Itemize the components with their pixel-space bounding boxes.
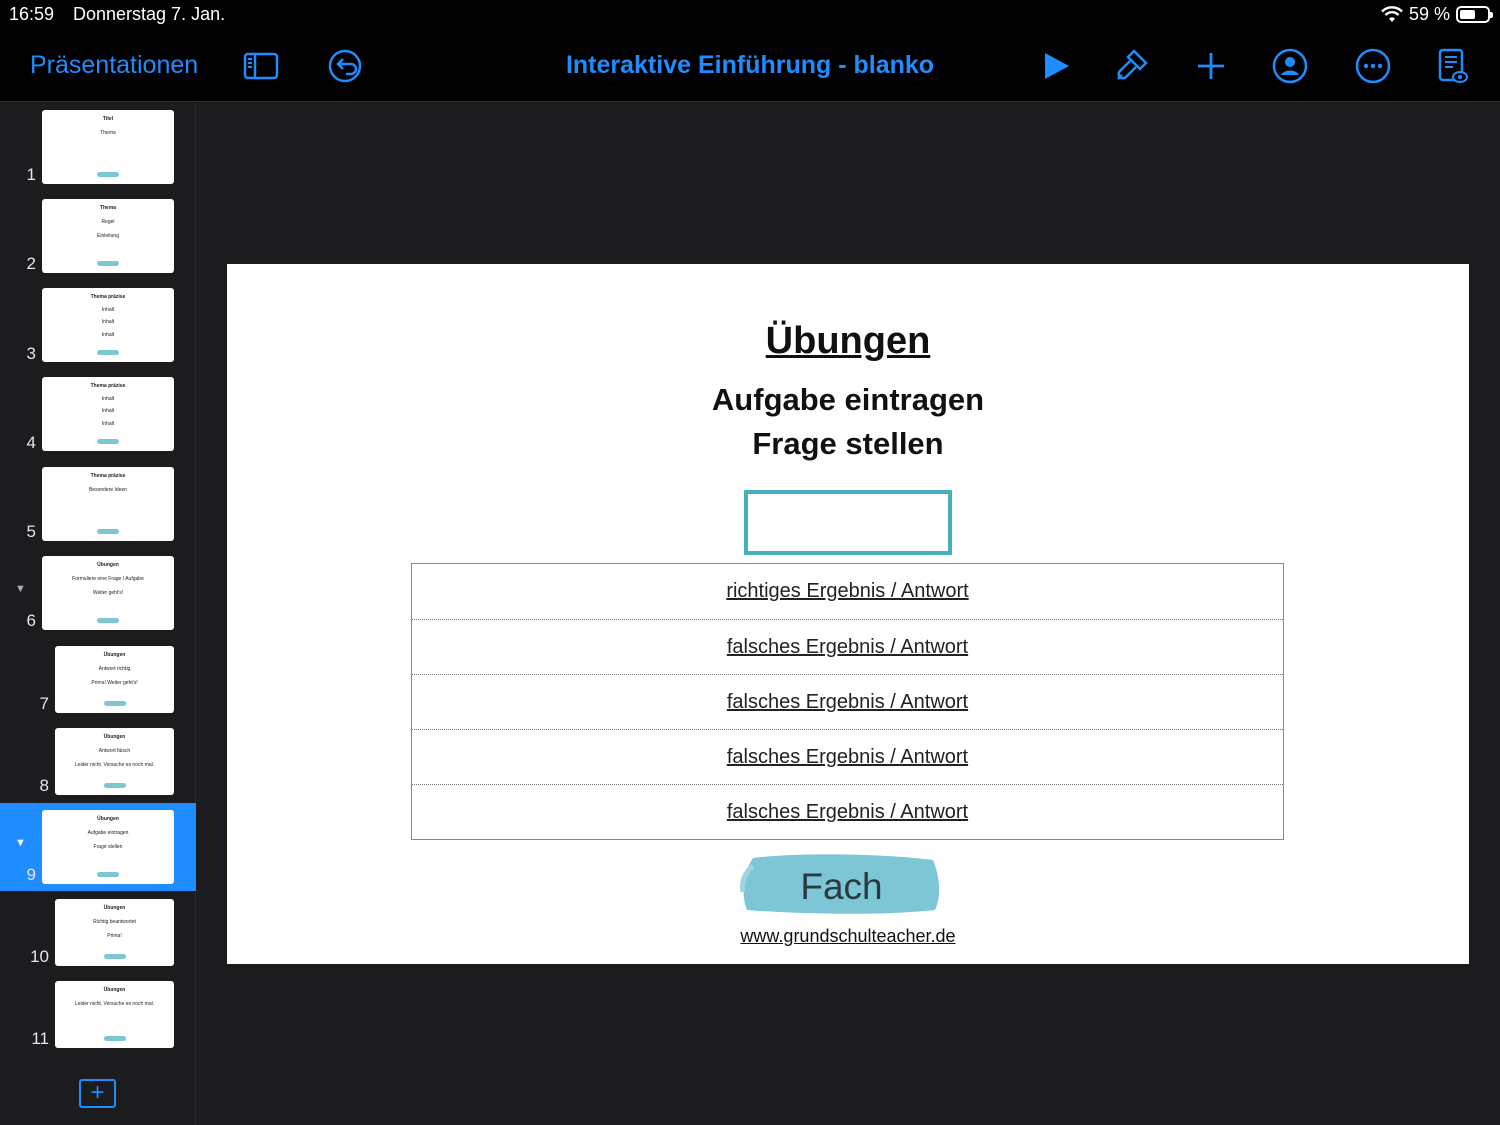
slide-thumbnail-10[interactable]: Übungen Richtig beantwortet Prima! xyxy=(55,899,174,966)
thumbnail-text: Titel xyxy=(102,116,114,122)
status-right: 59 % xyxy=(1381,4,1493,25)
thumbnail-text: Übungen xyxy=(97,816,119,822)
thumbnail-subject-pill xyxy=(97,618,119,623)
sidebar-icon[interactable] xyxy=(241,46,281,86)
slide-title[interactable]: Übungen xyxy=(227,320,1469,363)
slide-number: 3 xyxy=(26,344,36,363)
thumbnail-text: Leider nicht. Versuche es noch mal. xyxy=(74,762,155,768)
thumbnail-text: Regel xyxy=(101,219,115,225)
thumbnail-text: Einleitung xyxy=(97,233,119,239)
thumbnail-text: Inhalt xyxy=(101,408,115,414)
thumbnail-subject-pill xyxy=(97,172,119,177)
status-time: 16:59 xyxy=(9,4,55,24)
slide-number: 1 xyxy=(26,165,36,184)
thumbnail-text: Antwort falsch xyxy=(98,748,131,754)
slide-thumbnail-7[interactable]: Übungen Antwort richtig Prima! Weiter geht… xyxy=(55,646,174,713)
thumbnail-subject-pill xyxy=(97,872,119,877)
question-input-box[interactable] xyxy=(744,490,952,555)
thumbnail-text: Leider nicht. Versuche es noch mal. xyxy=(74,1001,155,1007)
thumbnail-text: Thema xyxy=(100,130,116,136)
thumbnail-subject-pill xyxy=(103,783,126,788)
play-icon[interactable] xyxy=(1036,46,1076,86)
wifi-icon xyxy=(1381,5,1403,22)
slide-thumbnail-2[interactable]: Thema Regel Einleitung xyxy=(42,199,174,273)
answer-cell-wrong[interactable]: falsches Ergebnis / Antwort xyxy=(412,784,1283,839)
thumbnail-text: Prima! Weiter geht's! xyxy=(91,680,138,686)
thumbnail-subject-pill xyxy=(103,1036,126,1041)
slide-canvas[interactable]: Übungen Aufgabe eintragen Frage stellen … xyxy=(227,264,1469,964)
status-date: Donnerstag 7. Jan. xyxy=(73,4,226,24)
thumbnail-text: Übungen xyxy=(103,987,126,993)
thumbnail-text: Übungen xyxy=(103,734,126,740)
thumbnail-subject-pill xyxy=(103,701,126,706)
answer-cell-wrong[interactable]: falsches Ergebnis / Antwort xyxy=(412,619,1283,674)
slide-number: 7 xyxy=(39,694,49,713)
toolbar: Präsentationen Interaktive Einführung - … xyxy=(0,30,1500,102)
slide-thumbnail-11[interactable]: Übungen Leider nicht. Versuche es noch ma… xyxy=(55,981,174,1048)
thumbnail-text: Thema präzise xyxy=(90,383,126,389)
thumbnail-text: Prima! xyxy=(107,933,122,939)
thumbnail-subject-pill xyxy=(97,350,119,355)
format-brush-icon[interactable] xyxy=(1111,46,1151,86)
thumbnail-text: Frage stellen xyxy=(93,844,123,850)
slide-number: 10 xyxy=(30,947,49,966)
slide-thumbnail-6[interactable]: Übungen Formuliere eine Frage / Aufgabe We… xyxy=(42,556,174,630)
thumbnail-text: Besondere Ideen xyxy=(88,487,128,493)
slide-number: 8 xyxy=(39,776,49,795)
thumbnail-text: Inhalt xyxy=(101,420,115,427)
battery-percent: 59 % xyxy=(1408,4,1450,24)
collaborate-icon[interactable] xyxy=(1270,46,1310,86)
answer-cell-wrong[interactable]: falsches Ergebnis / Antwort xyxy=(412,729,1283,784)
battery-icon xyxy=(1456,6,1493,23)
slide-thumbnail-3[interactable]: Thema präzise Inhalt Inhalt Inhalt xyxy=(42,288,174,362)
thumbnail-text: Inhalt xyxy=(101,395,115,402)
thumbnail-text: Inhalt xyxy=(101,306,115,313)
answer-cell-correct[interactable]: richtiges Ergebnis / Antwort xyxy=(412,564,1283,619)
presenter-notes-icon[interactable] xyxy=(1432,46,1472,86)
status-bar: 16:59 Donnerstag 7. Jan. 59 % xyxy=(0,0,1500,30)
subject-label[interactable]: Fach xyxy=(739,866,944,908)
thumbnail-subject-pill xyxy=(97,261,119,266)
slide-thumbnail-5[interactable]: Thema präzise Besondere Ideen xyxy=(42,467,174,541)
slide-thumbnail-1[interactable]: Titel Thema xyxy=(42,110,174,184)
answer-cell-wrong[interactable]: falsches Ergebnis / Antwort xyxy=(412,674,1283,729)
slide-number: 2 xyxy=(26,254,36,273)
website-link[interactable]: www.grundschulteacher.de xyxy=(227,926,1469,947)
presentations-back-button[interactable]: Präsentationen xyxy=(30,51,198,80)
slide-subtitle-task[interactable]: Aufgabe eintragen xyxy=(227,382,1469,418)
more-icon[interactable] xyxy=(1353,46,1393,86)
answer-table: richtiges Ergebnis / Antwort falsches Er… xyxy=(411,563,1284,840)
slide-number: 11 xyxy=(31,1029,49,1048)
add-icon[interactable] xyxy=(1191,46,1231,86)
thumbnail-text: Antwort richtig xyxy=(98,666,131,672)
slide-navigator: + 1 Titel Thema 2 Thema Regel Einleitung 3 Thema… xyxy=(0,103,196,1125)
slide-thumbnail-9[interactable]: Übungen Aufgabe eintragen Frage stellen xyxy=(42,810,174,884)
thumbnail-text: Thema präzise xyxy=(90,294,126,300)
thumbnail-text: Übungen xyxy=(103,905,126,911)
thumbnail-text: Thema präzise xyxy=(90,473,126,479)
slide-number: 9 xyxy=(26,865,36,884)
slide-subtitle-question[interactable]: Frage stellen xyxy=(227,426,1469,462)
thumbnail-text: Aufgabe eintragen xyxy=(87,830,129,836)
disclosure-triangle-icon[interactable]: ▼ xyxy=(15,583,26,595)
thumbnail-text: Übungen xyxy=(103,652,126,658)
disclosure-triangle-icon[interactable]: ▼ xyxy=(15,837,26,849)
thumbnail-text: Inhalt xyxy=(101,319,115,325)
thumbnail-subject-pill xyxy=(103,954,126,959)
thumbnail-text: Richtig beantwortet xyxy=(93,919,136,925)
thumbnail-subject-pill xyxy=(97,439,119,444)
add-slide-button[interactable]: + xyxy=(79,1079,116,1108)
slide-number: 6 xyxy=(26,611,36,630)
slide-thumbnail-4[interactable]: Thema präzise Inhalt Inhalt Inhalt xyxy=(42,377,174,451)
thumbnail-text: Inhalt xyxy=(101,331,115,338)
thumbnail-text: Formuliere eine Frage / Aufgabe xyxy=(72,576,144,582)
thumbnail-text: Thema xyxy=(99,205,117,211)
undo-icon[interactable] xyxy=(325,46,365,86)
thumbnail-text: Weiter geht's! xyxy=(92,590,124,596)
slide-number: 4 xyxy=(26,433,36,452)
slide-thumbnail-8[interactable]: Übungen Antwort falsch Leider nicht. Versu… xyxy=(55,728,174,795)
thumbnail-subject-pill xyxy=(97,529,119,534)
thumbnail-text: Übungen xyxy=(97,562,119,568)
slide-number: 5 xyxy=(26,522,36,541)
